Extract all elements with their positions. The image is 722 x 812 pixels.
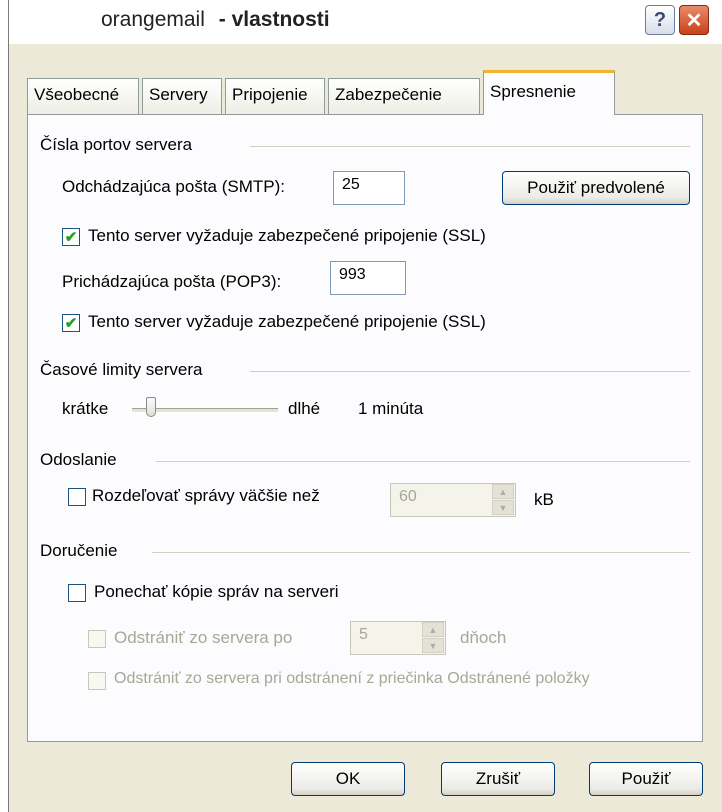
pop3-ssl-checkbox[interactable]: ✔	[62, 314, 80, 332]
apply-button[interactable]: Použiť	[589, 762, 703, 796]
timeouts-group-title: Časové limity servera	[40, 360, 203, 379]
ports-group-line	[250, 146, 690, 147]
delivery-group-line	[152, 552, 690, 553]
tab-pripojenie[interactable]: Pripojenie	[225, 78, 325, 114]
use-default-button[interactable]: Použiť predvolené	[502, 171, 690, 205]
timeout-value: 1 minúta	[358, 399, 424, 418]
checkmark-icon: ✔	[64, 314, 78, 332]
sending-group-title: Odoslanie	[40, 450, 117, 469]
split-size-up-arrow[interactable]: ▲	[492, 484, 514, 499]
keep-copies-label: Ponechať kópie správ na serveri	[94, 582, 339, 601]
keep-copies-checkbox[interactable]	[68, 584, 86, 602]
tab-spresnenie[interactable]: Spresnenie	[483, 70, 615, 115]
pop3-label: Prichádzajúca pošta (POP3):	[62, 272, 282, 291]
tab-vseobecne[interactable]: Všeobecné	[27, 78, 139, 114]
ports-group-title: Čísla portov servera	[40, 135, 193, 154]
split-unit-label: kB	[534, 490, 554, 509]
window-title-suffix: - vlastnosti	[218, 8, 330, 31]
smtp-port-input[interactable]: 25	[333, 171, 405, 205]
cancel-button[interactable]: Zrušiť	[441, 762, 555, 796]
close-button[interactable]: ✕	[679, 5, 709, 35]
tab-panel-spresnenie: Čísla portov servera Odchádzajúca pošta …	[27, 114, 703, 742]
split-messages-checkbox[interactable]	[68, 488, 86, 506]
remove-after-label: Odstrániť zo servera po	[114, 628, 293, 647]
split-size-down-arrow[interactable]: ▼	[492, 500, 514, 515]
pop3-ssl-label: Tento server vyžaduje zabezpečené pripoj…	[88, 312, 486, 331]
split-messages-label: Rozdeľovať správy väčšie než	[92, 486, 320, 505]
slider-long-label: dlhé	[288, 399, 321, 418]
title-bar: orangemail - vlastnosti ? ✕	[9, 0, 722, 44]
smtp-label: Odchádzajúca pošta (SMTP):	[62, 177, 285, 196]
help-button[interactable]: ?	[645, 5, 675, 35]
tab-zabezpecenie[interactable]: Zabezpečenie	[328, 78, 480, 114]
slider-short-label: krátke	[62, 399, 109, 418]
ok-button[interactable]: OK	[291, 762, 405, 796]
properties-dialog: orangemail - vlastnosti ? ✕ Všeobecné Se…	[8, 0, 722, 812]
remove-on-delete-label: Odstrániť zo servera pri odstránení z pr…	[114, 670, 590, 687]
tab-servery[interactable]: Servery	[142, 78, 222, 114]
remove-days-down-arrow[interactable]: ▼	[422, 638, 444, 653]
smtp-ssl-label: Tento server vyžaduje zabezpečené pripoj…	[88, 226, 486, 245]
timeout-slider-thumb[interactable]	[145, 397, 156, 417]
smtp-ssl-checkbox[interactable]: ✔	[62, 228, 80, 246]
pop3-port-input[interactable]: 993	[330, 261, 406, 295]
delivery-group-title: Doručenie	[40, 541, 118, 560]
question-mark-icon: ?	[653, 8, 667, 31]
window-title-app: orangemail	[101, 8, 205, 31]
timeouts-group-line	[250, 371, 690, 372]
days-label: dňoch	[460, 628, 507, 647]
checkmark-icon: ✔	[64, 228, 78, 246]
sending-group-line	[156, 461, 690, 462]
remove-on-delete-checkbox[interactable]	[88, 672, 106, 690]
window-title: orangemail - vlastnosti	[101, 8, 330, 32]
remove-days-up-arrow[interactable]: ▲	[422, 622, 444, 637]
remove-after-checkbox[interactable]	[88, 630, 106, 648]
close-icon: ✕	[685, 9, 703, 32]
